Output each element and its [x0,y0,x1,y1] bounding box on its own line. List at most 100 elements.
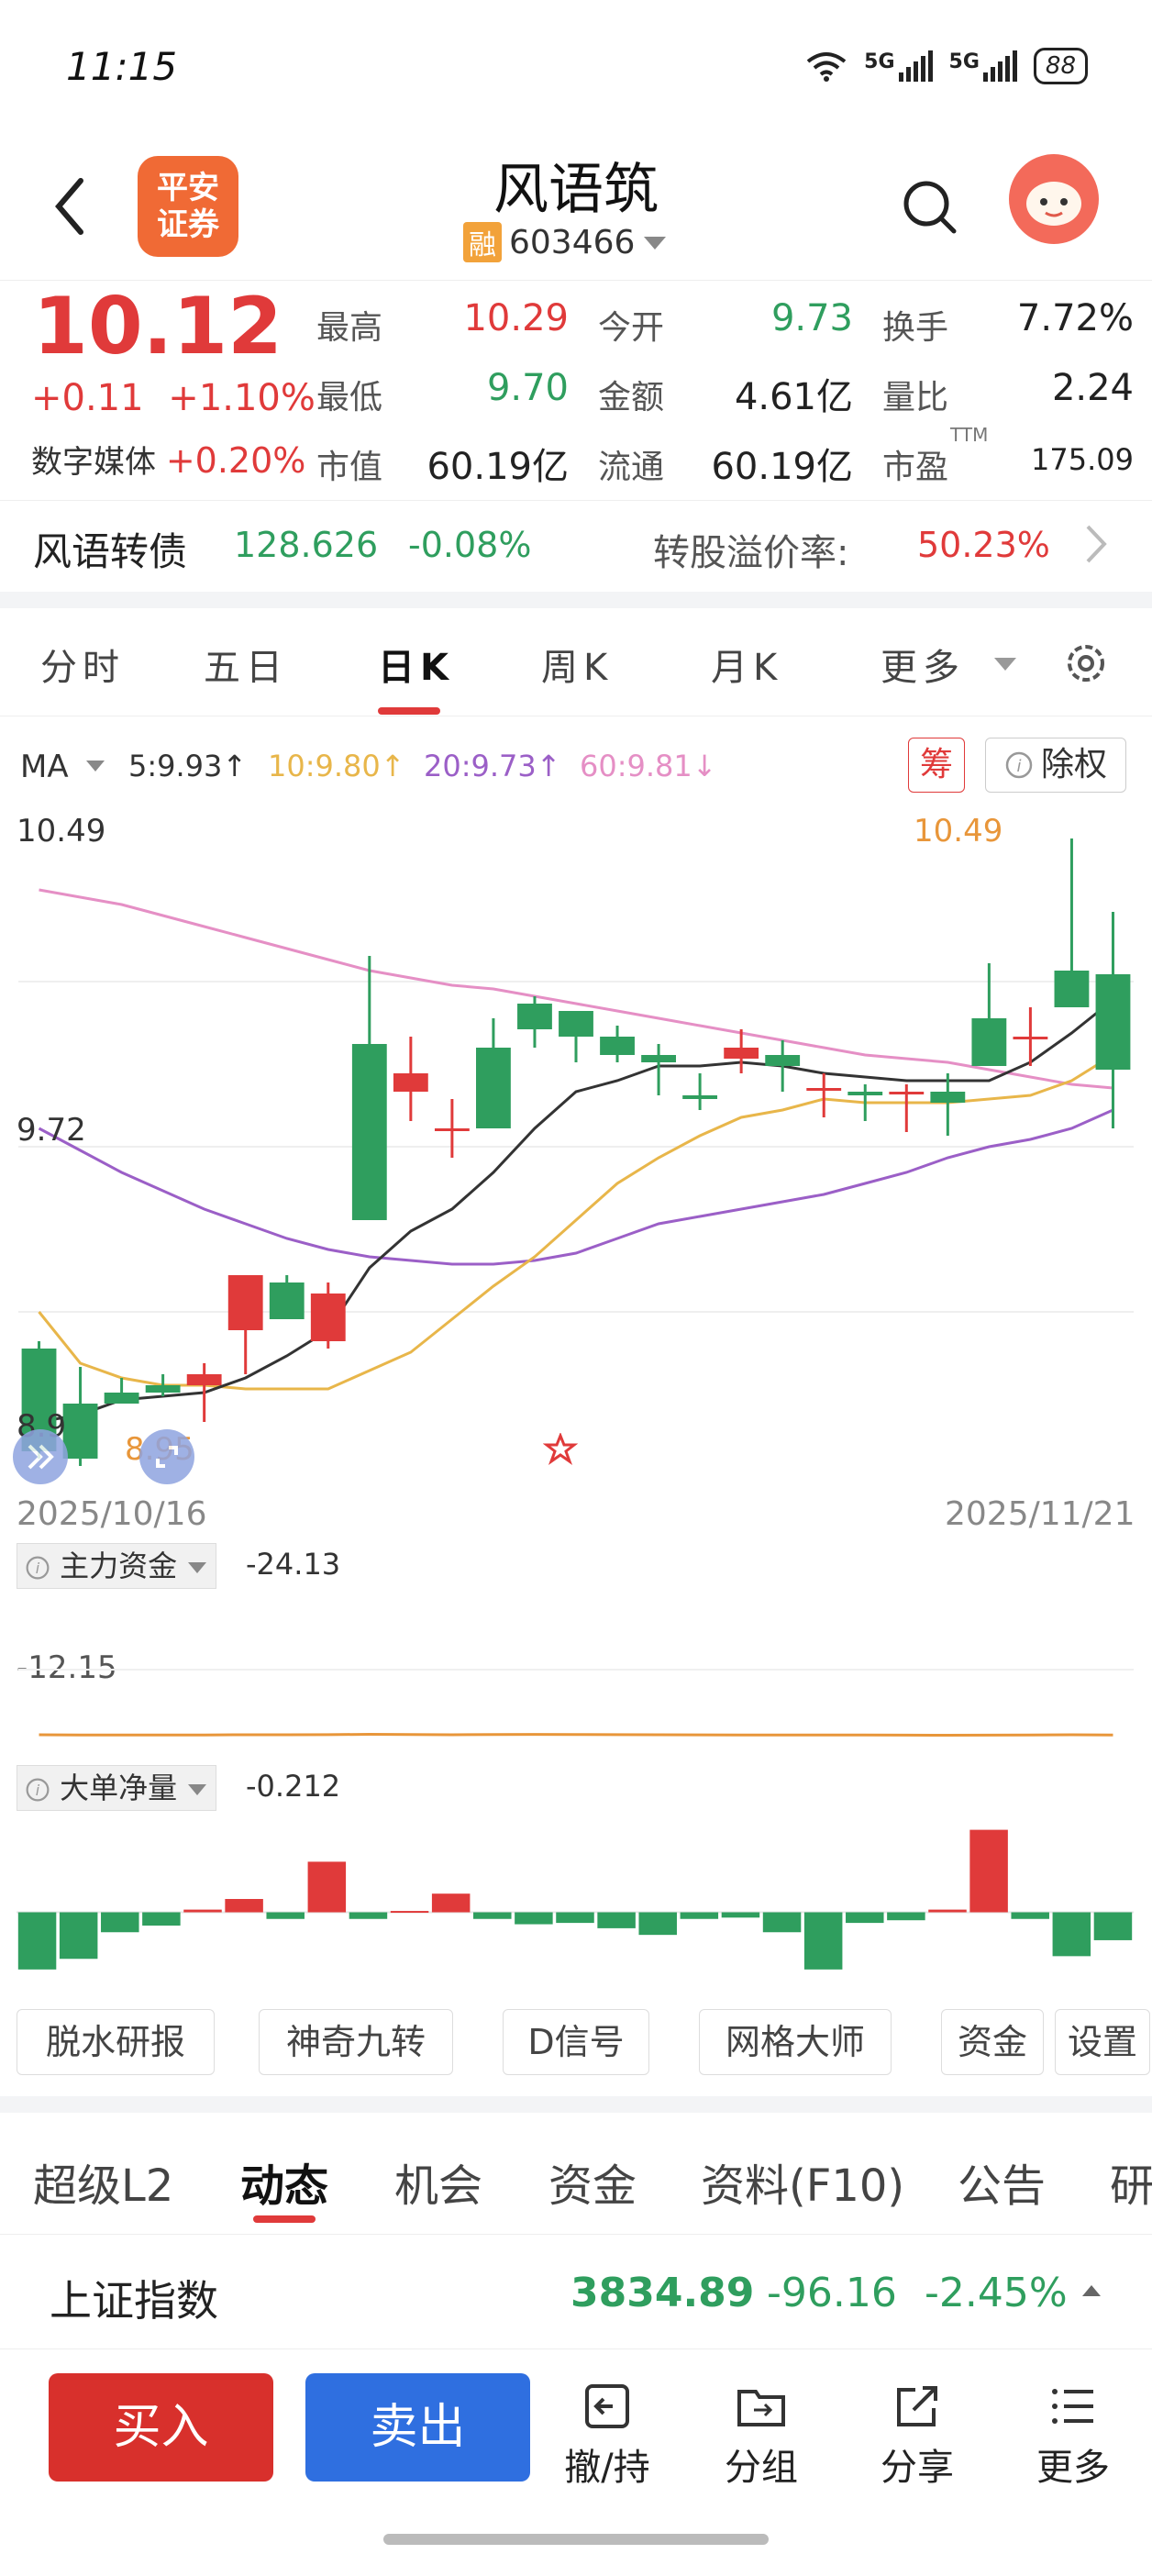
stock-code: 603466 [509,223,636,261]
expand-left-button[interactable] [13,1429,68,1484]
big-order-bar [1093,1912,1133,1940]
tools-row: 脱水研报 神奇九转 D信号 网格大师 资金 设置 [0,2009,1152,2082]
ma20-line [38,1108,1114,1266]
tab-five-day[interactable]: 五日 [204,638,288,691]
more-button[interactable]: 更多 [1018,2381,1128,2491]
svg-text:i: i [36,1782,40,1799]
settings-gear-icon[interactable] [1062,639,1110,687]
candle-body [1013,1037,1048,1039]
candle-body [724,1048,759,1059]
tool-settings[interactable]: 设置 [1055,2009,1150,2075]
candle-body [889,1092,925,1094]
open-label: 今开 [598,309,665,347]
tab-profile-f10[interactable]: 资料(F10) [701,2149,904,2214]
back-button[interactable] [44,170,99,243]
sector-row[interactable]: 数字媒体 +0.20% [31,437,305,482]
big-order-bar [928,1909,967,1913]
sell-button[interactable]: 卖出 [305,2373,530,2482]
index-change: -96.16 [767,2270,897,2316]
stock-code-selector[interactable]: 融 603466 [463,222,668,262]
tab-more[interactable]: 更多 [881,638,965,691]
back-icon [55,178,83,235]
tool-funds[interactable]: 资金 [941,2009,1044,2075]
wifi-icon [806,52,847,82]
big-order-bar [307,1861,347,1913]
date-axis-end: 2025/11/21 [945,1495,1135,1533]
big-order-bar [887,1912,925,1921]
share-label: 分享 [881,2447,954,2489]
mktcap-label: 市值 [316,449,383,486]
ma20-value: 20:9.73↑ [424,749,561,783]
tab-monthly-k[interactable]: 月K [711,638,782,691]
chevron-right-icon [1086,525,1107,563]
fullscreen-button[interactable] [139,1429,194,1484]
chip-distribution-button[interactable]: 筹 [908,738,965,793]
candle-body [517,1004,552,1029]
change-value: +0.11 [31,377,144,419]
big-order-bar [556,1912,594,1924]
tab-news[interactable]: 动态 [240,2149,328,2214]
tool-d-signal[interactable]: D信号 [503,2009,649,2075]
candle-body [559,1011,593,1037]
float-value: 60.19亿 [711,446,853,488]
pe-value: 175.09 [1031,442,1134,477]
share-button[interactable]: 分享 [862,2381,972,2491]
tab-intraday[interactable]: 分时 [40,638,125,691]
stock-name: 风语筑 [493,158,659,222]
avatar[interactable] [1009,154,1099,244]
revoke-hold-label: 撤/持 [564,2447,650,2489]
tab-announcements[interactable]: 公告 [958,2149,1046,2214]
high-value: 10.29 [463,297,569,339]
active-info-tab-indicator [253,2215,316,2223]
high-label: 最高 [316,309,383,347]
dropdown-icon [188,1562,207,1573]
chart-period-tabs: 分时 五日 日K 周K 月K 更多 [0,610,1152,716]
candle-body [600,1037,635,1055]
ma60-value: 60:9.81↓ [580,749,717,783]
volratio-label: 量比 [882,379,949,416]
group-button[interactable]: 分组 [706,2381,816,2491]
search-icon [903,181,957,234]
big-order-bar [473,1912,512,1919]
revoke-hold-button[interactable]: 撤/持 [552,2381,662,2491]
big-order-selector[interactable]: i 大单净量 [17,1765,217,1811]
more-label: 更多 [1036,2447,1110,2489]
active-tab-indicator [378,707,440,715]
big-order-bar [225,1899,263,1913]
revoke-icon [585,2384,629,2428]
ma10-value: 10:9.80↑ [268,749,405,783]
tab-opportunity[interactable]: 机会 [394,2149,482,2214]
avatar-icon [1026,182,1081,226]
tab-more-dropdown-icon [994,658,1016,671]
tab-super-l2[interactable]: 超级L2 [33,2149,173,2214]
search-button[interactable] [897,174,963,240]
tool-grid-master[interactable]: 网格大师 [699,2009,892,2075]
info-icon: i [26,1778,50,1802]
tab-capital[interactable]: 资金 [548,2149,637,2214]
buy-button[interactable]: 买入 [49,2373,273,2482]
candle-body [434,1128,470,1131]
premium-value: 50.23% [917,525,1050,565]
convertible-bond-row[interactable]: 风语转债 128.626 -0.08% 转股溢价率: 50.23% [0,500,1152,588]
big-order-bar [59,1912,98,1960]
low-label: 最低 [316,379,383,416]
index-ticker[interactable]: 上证指数 3834.89 -96.16 -2.45% [0,2238,1152,2349]
svg-text:i: i [1016,757,1021,776]
event-marker-icon[interactable] [543,1433,578,1468]
tool-nine-turn[interactable]: 神奇九转 [259,2009,453,2075]
ma-selector[interactable]: MA [20,749,69,785]
tab-research[interactable]: 研 [1110,2149,1152,2214]
tool-research[interactable]: 脱水研报 [17,2009,215,2075]
main-fund-selector[interactable]: i 主力资金 [17,1543,217,1589]
tab-weekly-k[interactable]: 周K [541,638,613,691]
main-fund-value: -24.13 [246,1547,341,1582]
mktcap-value: 60.19亿 [426,446,569,488]
adjust-rights-button[interactable]: i 除权 [985,738,1126,793]
candle-body [186,1374,222,1385]
last-price: 10.12 [33,281,283,372]
tab-daily-k[interactable]: 日K [378,638,454,691]
stock-header: 平安 证券 风语筑 融 603466 [0,138,1152,275]
price-axis-mid: 9.72 [17,1112,86,1149]
candlestick-chart[interactable] [0,798,1152,1514]
candle-body [847,1092,883,1095]
